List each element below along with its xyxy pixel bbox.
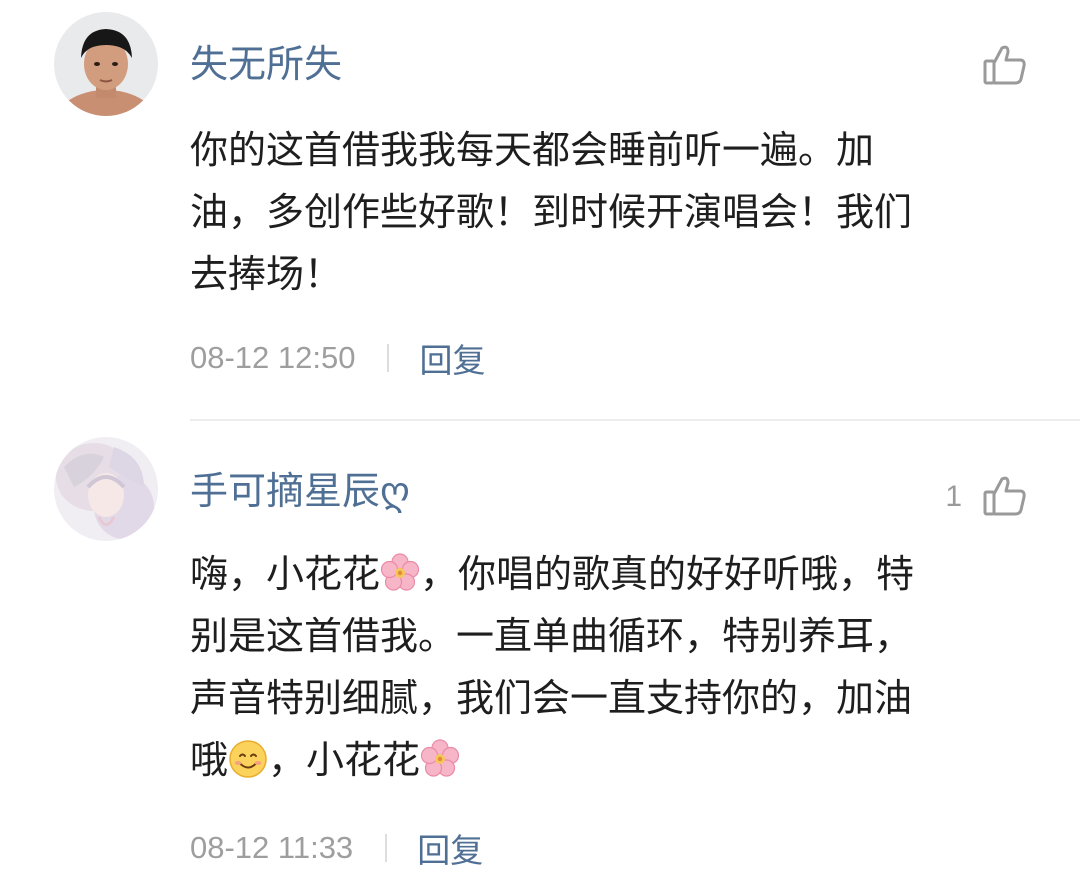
comment-line: 哦 ，小花花 (190, 729, 1020, 791)
comment-text: 嗨，小花花 ，你唱的歌真的好好听哦，特 别是这首借我。一直单曲循环，特别养耳， 声… (190, 543, 1020, 791)
avatar[interactable] (54, 437, 158, 541)
timestamp: 08-12 11:33 (190, 830, 354, 865)
smiling-face-icon (229, 740, 267, 778)
cherry-blossom-icon (420, 739, 460, 777)
comment-line: 别是这首借我。一直单曲循环，特别养耳， (190, 614, 913, 658)
reply-button[interactable]: 回复 (417, 824, 483, 872)
meta-separator (385, 834, 388, 862)
like-button[interactable]: 1 (945, 473, 1028, 521)
username[interactable]: 手可摘星辰ღ (190, 467, 410, 515)
comment-text-segment: 哦 (190, 738, 229, 782)
comment-text-segment: 嗨，小花花 (190, 552, 381, 596)
comment-text-segment: ，你唱的歌真的好好听哦，特 (420, 552, 915, 596)
comment-text-segment: ，小花花 (268, 738, 421, 782)
comment-item: 手可摘星辰ღ 1 嗨，小花花 ，你唱的歌真的好好听哦，特 别是这首借我。一直单曲循… (0, 0, 1080, 888)
comment-meta: 08-12 11:33 回复 (190, 828, 483, 870)
comment-line: 声音特别细腻，我们会一直支持你的，加油 (190, 676, 913, 720)
thumbs-up-icon[interactable] (982, 472, 1028, 522)
comment-line: 嗨，小花花 ，你唱的歌真的好好听哦，特 (190, 543, 1020, 605)
like-count: 1 (945, 480, 962, 513)
cherry-blossom-icon (380, 553, 420, 591)
